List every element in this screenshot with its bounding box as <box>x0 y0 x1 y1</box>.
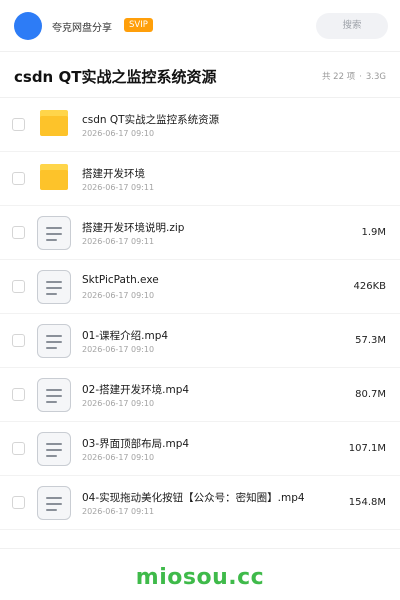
list-item[interactable]: 03-界面顶部布局.mp4 2026-06-17 09:10 107.1M <box>0 422 400 476</box>
list-item[interactable]: 搭建开发环境说明.zip 2026-06-17 09:11 1.9M <box>0 206 400 260</box>
file-date: 2026-06-17 09:10 <box>82 129 155 138</box>
avatar[interactable] <box>14 12 42 40</box>
document-icon <box>37 216 71 250</box>
file-size: 154.8M <box>348 497 386 508</box>
document-icon <box>37 378 71 412</box>
search-button[interactable]: 搜索 <box>316 13 388 39</box>
select-checkbox[interactable] <box>12 334 25 347</box>
list-item[interactable]: 02-搭建开发环境.mp4 2026-06-17 09:10 80.7M <box>0 368 400 422</box>
brand-name: 夸克网盘分享 <box>52 23 112 34</box>
file-date: 2026-06-17 09:10 <box>82 399 155 408</box>
total-size: 3.3G <box>365 72 386 82</box>
item-count: 共 22 项 <box>321 72 356 82</box>
footer: miosou.cc <box>0 548 400 600</box>
file-name: 搭建开发环境 <box>82 168 145 180</box>
page-title: csdn QT实战之监控系统资源 <box>14 68 217 86</box>
document-icon <box>37 270 71 304</box>
list-item[interactable]: csdn QT实战之监控系统资源 2026-06-17 09:10 <box>0 98 400 152</box>
file-name: 搭建开发环境说明.zip <box>82 222 185 234</box>
list-item[interactable]: 搭建开发环境 2026-06-17 09:11 <box>0 152 400 206</box>
select-checkbox[interactable] <box>12 442 25 455</box>
folder-icon <box>40 110 68 136</box>
top-header: 夸克网盘分享 SVIP 搜索 <box>0 0 400 52</box>
file-name: 03-界面顶部布局.mp4 <box>82 438 190 450</box>
select-checkbox[interactable] <box>12 226 25 239</box>
file-size: 107.1M <box>348 443 386 454</box>
summary-separator: · <box>359 72 362 82</box>
file-name: 04-实现拖动美化按钮【公众号：密知圈】.mp4 <box>82 492 305 504</box>
file-list: csdn QT实战之监控系统资源 2026-06-17 09:10 搭建开发环境… <box>0 98 400 530</box>
file-date: 2026-06-17 09:11 <box>82 237 155 246</box>
list-item[interactable]: 04-实现拖动美化按钮【公众号：密知圈】.mp4 2026-06-17 09:1… <box>0 476 400 530</box>
file-date: 2026-06-17 09:10 <box>82 345 155 354</box>
file-date: 2026-06-17 09:11 <box>82 183 155 192</box>
folder-icon <box>40 164 68 190</box>
select-checkbox[interactable] <box>12 496 25 509</box>
watermark: miosou.cc <box>135 565 265 590</box>
file-date: 2026-06-17 09:10 <box>82 291 155 300</box>
file-name: SktPicPath.exe <box>82 274 159 286</box>
list-item[interactable]: 01-课程介绍.mp4 2026-06-17 09:10 57.3M <box>0 314 400 368</box>
select-checkbox[interactable] <box>12 172 25 185</box>
file-date: 2026-06-17 09:10 <box>82 453 155 462</box>
document-icon <box>37 324 71 358</box>
file-size: 80.7M <box>355 389 386 400</box>
list-item[interactable]: SktPicPath.exe 2026-06-17 09:10 426KB <box>0 260 400 314</box>
folder-summary: 共 22 项 · 3.3G <box>320 70 388 82</box>
file-size: 1.9M <box>361 227 386 238</box>
file-size: 426KB <box>353 281 386 292</box>
file-name: 02-搭建开发环境.mp4 <box>82 384 190 396</box>
select-checkbox[interactable] <box>12 388 25 401</box>
document-icon <box>37 432 71 466</box>
file-name: 01-课程介绍.mp4 <box>82 330 169 342</box>
file-name: csdn QT实战之监控系统资源 <box>82 114 220 126</box>
file-date: 2026-06-17 09:11 <box>82 507 155 516</box>
folder-title-row: csdn QT实战之监控系统资源 共 22 项 · 3.3G <box>0 52 400 98</box>
file-size: 57.3M <box>355 335 386 346</box>
select-checkbox[interactable] <box>12 118 25 131</box>
document-icon <box>37 486 71 520</box>
svip-badge: SVIP <box>124 18 153 32</box>
select-checkbox[interactable] <box>12 280 25 293</box>
